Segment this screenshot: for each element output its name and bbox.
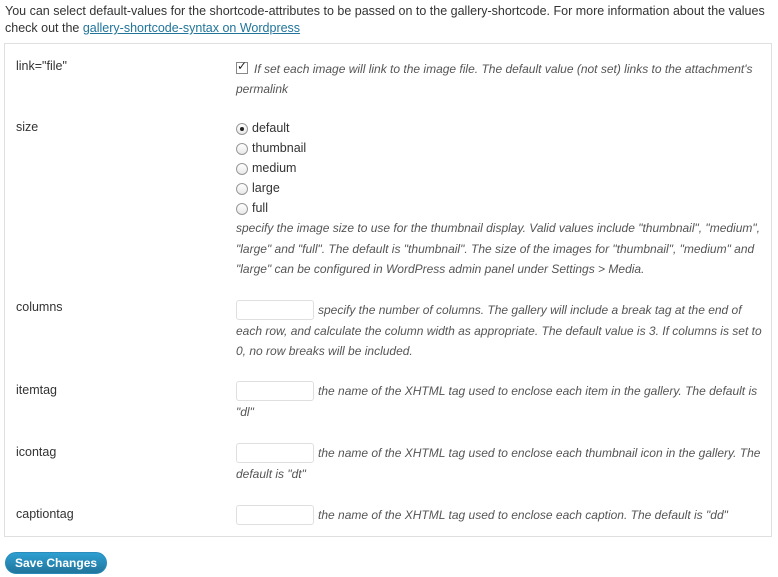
captiontag-label: captiontag: [16, 507, 74, 521]
radio-button[interactable]: [236, 183, 248, 195]
size-description: specify the image size to use for the th…: [236, 221, 760, 276]
settings-panel: link="file" ✓ If set each image will link…: [4, 43, 772, 537]
size-option-medium[interactable]: medium: [236, 158, 764, 178]
gallery-shortcode-syntax-link[interactable]: gallery-shortcode-syntax on Wordpress: [83, 21, 300, 35]
checkmark-icon: ✓: [237, 59, 248, 73]
size-option-default[interactable]: default: [236, 118, 764, 138]
itemtag-label: itemtag: [16, 383, 57, 397]
icontag-label: icontag: [16, 445, 57, 459]
size-option-thumbnail[interactable]: thumbnail: [236, 138, 764, 158]
columns-field: specify the number of columns. The galle…: [236, 300, 764, 362]
itemtag-field: the name of the XHTML tag used to enclos…: [236, 381, 764, 423]
size-label: size: [16, 120, 39, 134]
size-option-label: large: [252, 181, 280, 195]
captiontag-description: the name of the XHTML tag used to enclos…: [318, 508, 728, 522]
radio-button[interactable]: [236, 163, 248, 175]
captiontag-field: the name of the XHTML tag used to enclos…: [236, 505, 764, 527]
size-field: default thumbnail medium large full spec…: [236, 118, 764, 280]
link-label: link="file": [16, 59, 67, 73]
radio-button-selected[interactable]: [236, 123, 248, 135]
size-option-label: full: [252, 201, 268, 215]
intro-text: You can select default-values for the sh…: [5, 3, 773, 37]
size-option-label: thumbnail: [252, 141, 307, 155]
link-description: If set each image will link to the image…: [236, 62, 753, 96]
radio-button[interactable]: [236, 203, 248, 215]
size-option-large[interactable]: large: [236, 178, 764, 198]
radio-button[interactable]: [236, 143, 248, 155]
columns-label: columns: [16, 300, 63, 314]
itemtag-description: the name of the XHTML tag used to enclos…: [236, 384, 758, 419]
icontag-description: the name of the XHTML tag used to enclos…: [236, 446, 761, 481]
icontag-field: the name of the XHTML tag used to enclos…: [236, 443, 764, 485]
size-option-label: default: [252, 121, 290, 135]
save-changes-button[interactable]: Save Changes: [5, 552, 108, 574]
link-field: ✓ If set each image will link to the imag…: [236, 59, 764, 99]
size-option-full[interactable]: full: [236, 198, 764, 218]
link-file-checkbox[interactable]: ✓: [236, 59, 248, 74]
columns-description: specify the number of columns. The galle…: [236, 303, 762, 358]
size-option-label: medium: [252, 161, 297, 175]
